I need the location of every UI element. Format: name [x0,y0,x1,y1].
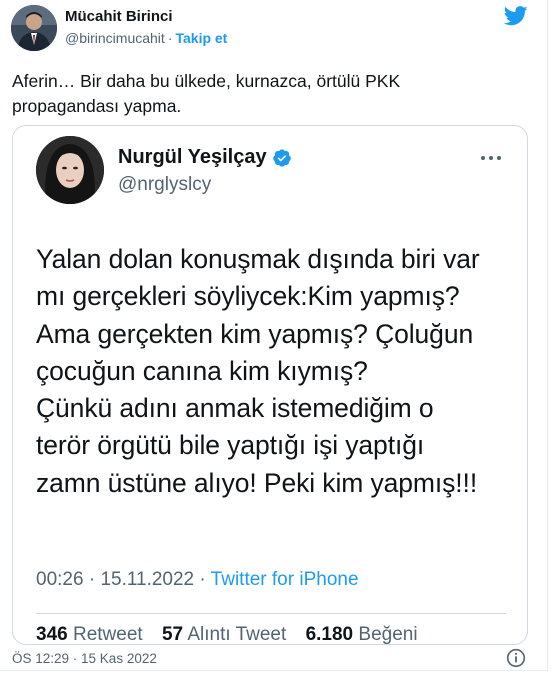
quoted-text-line: Çünkü adını anmak istemediğim o [36,393,434,424]
follow-button[interactable]: Takip et [175,30,227,46]
quoted-tweet-card[interactable]: Nurgül Yeşilçay @nrglyslcy Yalan dolan k… [12,125,528,645]
info-icon[interactable] [506,648,526,668]
like-label: Beğeni [358,624,418,645]
like-stat[interactable]: 6.180 Beğeni [305,624,418,645]
quoted-tweet-stats: 346 Retweet 57 Alıntı Tweet 6.180 Beğeni [36,624,432,645]
retweet-count: 346 [36,624,68,645]
quoted-author-avatar[interactable] [36,136,104,204]
more-dot [481,156,485,160]
author-name[interactable]: Mücahit Birinci [65,8,173,25]
quoted-text-line: mı gerçekleri söyliycek:Kim yapmış? [36,281,460,312]
quote-count: 57 [161,624,184,645]
divider [36,613,506,614]
quoted-tweet-text: Yalan dolan konuşmak dışında biri var mı… [36,241,514,502]
quoted-author-name[interactable]: Nurgül Yeşilçay [118,146,267,169]
tweet-timestamp[interactable]: ÖS 12:29 · 15 Kas 2022 [12,651,157,666]
quoted-author-row: Nurgül Yeşilçay [118,146,292,169]
meta-separator: · [167,30,173,46]
retweet-stat[interactable]: 346 Retweet [36,624,143,645]
quoted-text-line: zamn üstüne alıyo! Peki kim yapmış!!! [36,467,478,498]
quoted-text-line: Yalan dolan konuşmak dışında biri var [36,244,480,274]
author-handle[interactable]: @birincimucahit [65,30,165,46]
author-avatar[interactable] [11,5,57,51]
quoted-text-line: Ama gerçekten kim yapmış? Çoluğun [36,318,474,349]
quoted-tweet-meta: 00:26 · 15.11.2022 · Twitter for iPhone [36,569,359,591]
like-count: 6.180 [305,624,354,645]
author-meta: @birincimucahit · Takip et [65,30,227,46]
quoted-author-handle[interactable]: @nrglyslcy [118,174,211,196]
more-icon[interactable] [481,148,505,168]
quoted-tweet-source[interactable]: Twitter for iPhone [211,569,359,590]
quoted-text-line: terör örgütü bile yaptığı işi yaptığı [36,430,425,461]
quoted-text-line: çocuğun canına kim kıymış? [36,355,368,386]
quoted-tweet-date[interactable]: 15.11.2022 [100,569,194,590]
twitter-bird-icon[interactable] [504,5,528,27]
verified-badge-icon [272,148,291,167]
more-dot [497,156,501,160]
quoted-meta-separator: · [88,569,96,590]
tweet-text: Aferin… Bir daha bu ülkede, kurnazca, ör… [12,71,401,116]
more-dot [489,156,493,160]
quote-label: Alıntı Tweet [187,624,287,645]
retweet-label: Retweet [72,624,143,645]
quote-stat[interactable]: 57 Alıntı Tweet [161,624,287,645]
quoted-meta-separator: · [199,569,206,590]
quoted-tweet-time[interactable]: 00:26 [36,569,84,590]
